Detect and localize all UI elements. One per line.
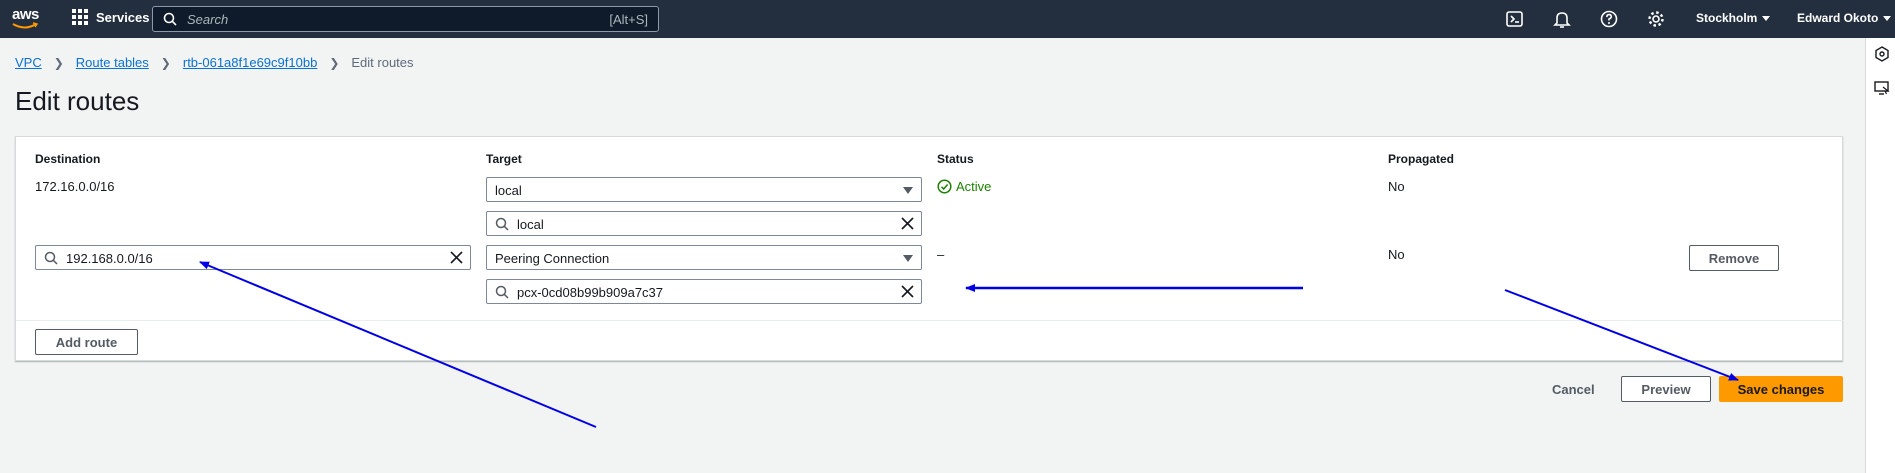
row2-propagated: No	[1388, 247, 1405, 262]
clear-icon[interactable]	[900, 216, 915, 231]
page-title: Edit routes	[15, 86, 140, 116]
search-shortcut: [Alt+S]	[609, 12, 648, 27]
search-placeholder: Search	[187, 12, 229, 27]
row1-status-text: Active	[956, 179, 992, 194]
feedback-icon[interactable]	[1874, 80, 1890, 96]
row1-status: Active	[937, 179, 991, 194]
caret-down-icon	[903, 187, 913, 194]
search-icon	[495, 285, 509, 299]
caret-down-icon	[1883, 16, 1892, 22]
row2-target-type-select[interactable]: Peering Connection	[486, 245, 922, 270]
clear-icon[interactable]	[900, 284, 915, 299]
gear-icon[interactable]	[1646, 9, 1666, 29]
row1-target-search[interactable]: local	[486, 211, 922, 236]
help-icon[interactable]	[1599, 9, 1619, 29]
breadcrumb-route-table-id[interactable]: rtb-061a8f1e69c9f10bb	[183, 55, 317, 70]
breadcrumb: VPC ❯ Route tables ❯ rtb-061a8f1e69c9f10…	[15, 55, 414, 70]
cloudshell-icon[interactable]	[1505, 9, 1525, 29]
chevron-right-icon: ❯	[160, 55, 171, 70]
row1-destination: 172.16.0.0/16	[35, 179, 115, 194]
row1-target-type-value: local	[495, 183, 522, 198]
row1-target-value: local	[517, 217, 544, 232]
user-menu[interactable]: Edward Okoto	[1797, 11, 1892, 25]
breadcrumb-vpc[interactable]: VPC	[15, 55, 42, 70]
caret-down-icon	[1762, 16, 1771, 22]
divider	[16, 320, 1844, 321]
preview-button[interactable]: Preview	[1621, 376, 1711, 402]
chevron-right-icon: ❯	[53, 55, 64, 70]
aws-smile-icon	[12, 22, 38, 29]
header-status: Status	[937, 152, 974, 166]
cancel-button[interactable]: Cancel	[1552, 382, 1595, 397]
clear-icon[interactable]	[449, 250, 464, 265]
header-destination: Destination	[35, 152, 101, 166]
aws-logo[interactable]: aws	[10, 6, 42, 32]
chevron-right-icon: ❯	[329, 55, 340, 70]
search-icon	[495, 217, 509, 231]
services-menu[interactable]: Services	[72, 9, 150, 25]
remove-route-button[interactable]: Remove	[1689, 245, 1779, 271]
caret-down-icon	[903, 255, 913, 262]
routes-table-card: Destination Target Status Propagated 172…	[15, 136, 1844, 361]
region-label: Stockholm	[1696, 11, 1758, 25]
breadcrumb-current: Edit routes	[351, 55, 414, 70]
services-label: Services	[96, 9, 150, 25]
row2-target-value: pcx-0cd08b99b909a7c37	[517, 285, 664, 300]
row1-propagated: No	[1388, 179, 1405, 194]
row2-target-search[interactable]: pcx-0cd08b99b909a7c37	[486, 279, 922, 304]
right-rail	[1865, 38, 1895, 473]
row1-target-type-select[interactable]: local	[486, 177, 922, 202]
info-panel-icon[interactable]	[1874, 46, 1890, 62]
user-label: Edward Okoto	[1797, 11, 1879, 25]
row2-destination-input[interactable]: 192.168.0.0/16	[35, 245, 471, 270]
breadcrumb-route-tables[interactable]: Route tables	[76, 55, 149, 70]
aws-logo-text: aws	[12, 6, 39, 23]
check-circle-icon	[937, 179, 952, 194]
top-navigation: aws Services Search [Alt+S] Stockholm Ed…	[0, 0, 1895, 38]
add-route-button[interactable]: Add route	[35, 329, 138, 355]
region-selector[interactable]: Stockholm	[1696, 11, 1771, 25]
search-icon	[163, 12, 177, 26]
header-target: Target	[486, 152, 522, 166]
row2-status: –	[937, 247, 945, 262]
bell-icon[interactable]	[1552, 9, 1572, 29]
search-input[interactable]: Search [Alt+S]	[152, 6, 659, 32]
save-changes-button[interactable]: Save changes	[1719, 376, 1843, 402]
row2-target-type-value: Peering Connection	[495, 251, 610, 266]
header-propagated: Propagated	[1388, 152, 1455, 166]
row2-destination-value: 192.168.0.0/16	[66, 251, 153, 266]
search-icon	[44, 251, 58, 265]
grid-icon	[72, 9, 88, 25]
